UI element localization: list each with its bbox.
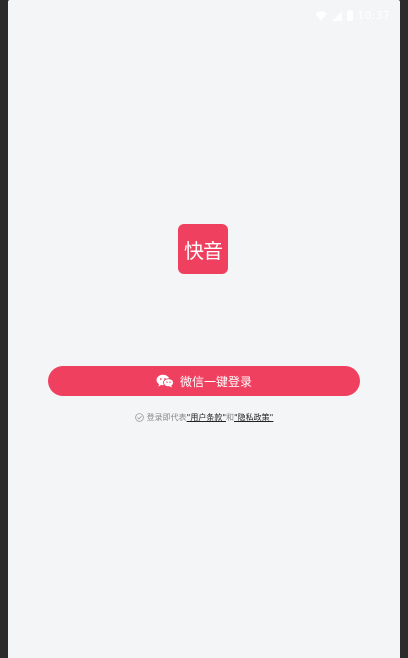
status-bar: 10:37 <box>8 0 400 32</box>
wifi-icon <box>315 10 327 21</box>
wechat-icon <box>156 374 174 388</box>
status-time: 10:37 <box>357 9 390 22</box>
agreement-line: 登录即代表 "用户条款" 和 "隐私政策" <box>8 412 400 423</box>
signal-icon <box>332 10 343 21</box>
app-logo: 快音 <box>178 224 228 274</box>
wechat-login-label: 微信一键登录 <box>179 374 252 389</box>
battery-icon <box>347 10 354 21</box>
user-terms-link[interactable]: "用户条款" <box>187 412 226 423</box>
app-logo-text: 快音 <box>184 238 223 263</box>
privacy-policy-link[interactable]: "隐私政策" <box>234 412 273 423</box>
login-screen: 10:37 快音 微信一键登录 登录即代表 "用户条款" 和 "隐私政策" <box>8 0 400 658</box>
wechat-login-button[interactable]: 微信一键登录 <box>48 366 360 396</box>
agreement-prefix: 登录即代表 <box>146 413 187 422</box>
status-icons: 10:37 <box>315 9 390 22</box>
agreement-conjunction: 和 <box>226 413 234 422</box>
agreement-checkbox-icon[interactable] <box>134 413 144 422</box>
